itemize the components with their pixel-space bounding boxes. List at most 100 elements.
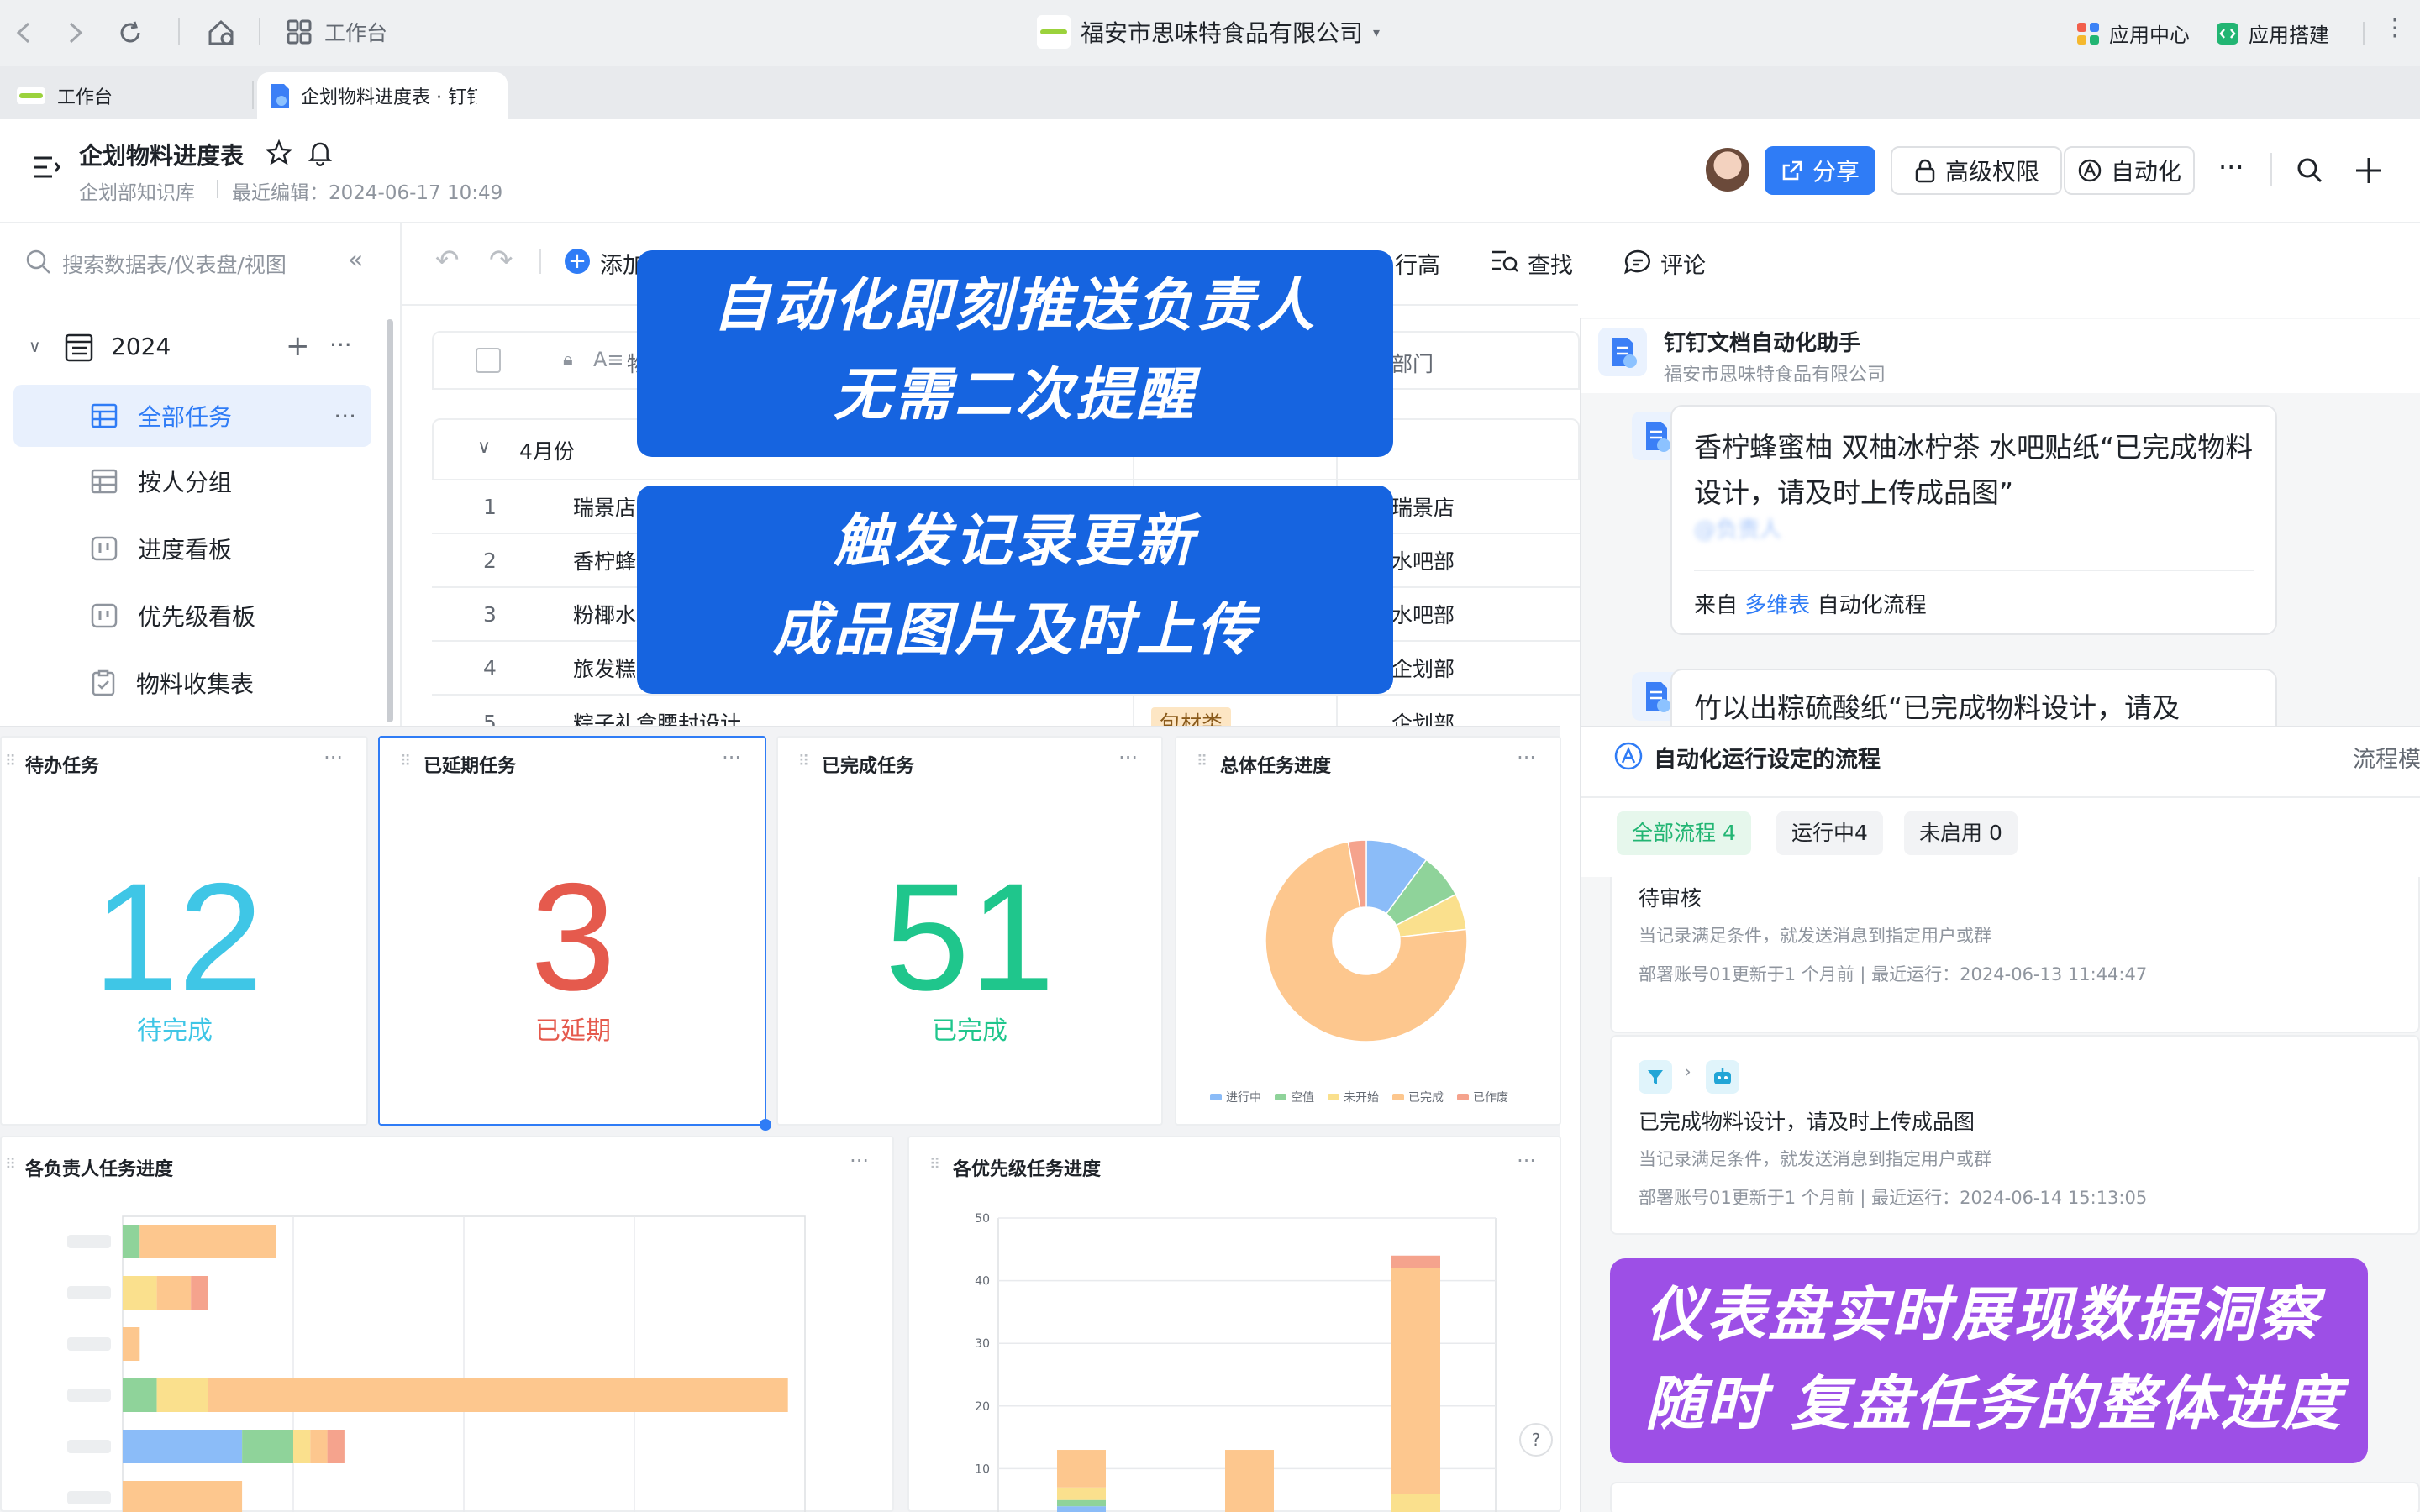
category-label-blur xyxy=(67,1286,111,1299)
menu-collapse-icon[interactable] xyxy=(32,155,60,180)
sidebar-item-material-form[interactable]: 物料收集表 xyxy=(13,652,371,714)
company-switcher[interactable]: 福安市思味特食品有限公司 ▾ xyxy=(1037,15,1380,49)
star-icon[interactable] xyxy=(266,139,292,166)
bar-segment xyxy=(1057,1450,1106,1488)
knowledge-base-link[interactable]: 企划部知识库 xyxy=(79,176,195,205)
flow-card[interactable]: › 已完成物料设计，请及时上传成品图 当记录满足条件，就发送消息到指定用户或群 … xyxy=(1610,1035,2420,1235)
stat-card-pending[interactable]: ⠿ 待办任务 ··· 12 待完成 xyxy=(0,736,368,1126)
bar-segment xyxy=(242,1430,293,1463)
advanced-permission-button[interactable]: 高级权限 xyxy=(1891,146,2062,195)
item-more-icon[interactable]: ··· xyxy=(334,402,356,430)
redo-icon[interactable]: ↷ xyxy=(489,244,513,277)
app-center-button[interactable]: 应用中心 xyxy=(2075,18,2190,48)
add-icon[interactable] xyxy=(2354,156,2383,185)
flow-desc: 当记录满足条件，就发送消息到指定用户或群 xyxy=(1639,926,1991,946)
add-record-icon[interactable]: + xyxy=(565,249,590,274)
folder-add-icon[interactable]: + xyxy=(286,329,310,363)
workspace-label[interactable]: 工作台 xyxy=(324,17,387,47)
source-link[interactable]: 多维表 xyxy=(1744,593,1810,618)
more-icon[interactable]: ··· xyxy=(2218,151,2244,183)
row-height-button[interactable]: 行高 xyxy=(1395,247,1440,280)
owner-progress-card[interactable]: ⠿ 各负责人任务进度 ··· xyxy=(0,1136,894,1512)
bar-segment xyxy=(1057,1487,1106,1500)
flow-meta: 部署账号01更新于1 个月前 | 最近运行：2024-06-14 15:13:0… xyxy=(1639,1188,2148,1208)
legend-label: 进行中 xyxy=(1226,1091,1261,1105)
automation-button[interactable]: 自动化 xyxy=(2064,146,2195,195)
home-icon[interactable] xyxy=(205,17,237,49)
flow-filter-all[interactable]: 全部流程 4 xyxy=(1617,811,1751,855)
undo-icon[interactable]: ↶ xyxy=(435,244,460,277)
promo-banner-dashboard: 仪表盘实时展现数据洞察 随时 复盘任务的整体进度 xyxy=(1610,1258,2368,1463)
search-icon[interactable] xyxy=(2296,156,2324,185)
y-tick-label: 40 xyxy=(975,1275,990,1289)
group-chevron-icon[interactable]: ∨ xyxy=(477,437,491,458)
form-icon xyxy=(91,669,116,696)
app-builder-button[interactable]: 应用搭建 xyxy=(2215,18,2329,48)
sidebar-item-by-person[interactable]: 按人分组 xyxy=(13,450,371,512)
comment-button[interactable]: 评论 xyxy=(1660,247,1706,280)
resize-handle[interactable] xyxy=(760,1119,771,1131)
flow-card[interactable]: 待审核 当记录满足条件，就发送消息到指定用户或群 部署账号01更新于1 个月前 … xyxy=(1610,877,2420,1033)
bell-icon[interactable] xyxy=(308,139,333,166)
tab-workspace[interactable]: 工作台 xyxy=(0,72,252,119)
back-icon[interactable] xyxy=(13,20,34,45)
folder-name[interactable]: 2024 xyxy=(111,333,171,360)
priority-progress-card[interactable]: ⠿ 各优先级任务进度 ··· 50 40 30 20 10 ? xyxy=(908,1136,1561,1512)
sidebar-scrollbar[interactable] xyxy=(387,319,393,722)
row-dept: 水吧部 xyxy=(1392,603,1455,627)
promo-banner-push: 自动化即刻推送负责人 无需二次提醒 xyxy=(637,250,1393,457)
source-prefix: 来自 xyxy=(1694,593,1739,618)
legend-swatch xyxy=(1210,1094,1222,1100)
sidebar-search-input[interactable]: 搜索数据表/仪表盘/视图 xyxy=(62,249,287,279)
sidebar-item-progress-board[interactable]: 进度看板 xyxy=(13,517,371,580)
banner-line: 仪表盘实时展现数据洞察 xyxy=(1645,1280,2320,1349)
stat-value: 3 xyxy=(530,851,616,1022)
banner-line: 触发记录更新 xyxy=(833,508,1197,575)
bar-segment xyxy=(327,1430,345,1463)
card-title: 已完成任务 xyxy=(822,756,915,777)
share-icon xyxy=(1782,160,1802,181)
select-all-checkbox[interactable] xyxy=(476,348,501,373)
card-more-icon[interactable]: ··· xyxy=(1517,746,1536,769)
find-button[interactable]: 查找 xyxy=(1528,247,1573,280)
flow-template-link[interactable]: 流程模 xyxy=(2353,741,2420,774)
row-number: 1 xyxy=(483,494,497,519)
workspace-grid-icon[interactable] xyxy=(286,18,313,45)
column-header-dept[interactable]: 部门 xyxy=(1392,348,1434,378)
folder-chevron-icon[interactable]: ∨ xyxy=(29,336,41,356)
folder-more-icon[interactable]: ··· xyxy=(329,331,352,359)
flow-filter-disabled[interactable]: 未启用 0 xyxy=(1904,811,2018,855)
automation-message-card[interactable]: 香柠蜂蜜柚 双柚冰柠茶 水吧贴纸“已完成物料设计，请及时上传成品图” @负责人 … xyxy=(1670,405,2277,635)
stat-card-overdue[interactable]: ⠿ 已延期任务 ··· 3 已延期 xyxy=(378,736,771,1131)
card-more-icon[interactable]: ··· xyxy=(722,746,741,769)
message-source: 来自 多维表 自动化流程 xyxy=(1694,588,1927,619)
help-icon[interactable]: ? xyxy=(1519,1423,1553,1457)
legend-item: 已完成 xyxy=(1392,1089,1444,1105)
flow-card[interactable] xyxy=(1610,1482,2420,1512)
avatar[interactable] xyxy=(1706,148,1749,192)
card-more-icon[interactable]: ··· xyxy=(1118,746,1138,769)
tab-active-document[interactable]: 企划物料进度表 · 钉钉 xyxy=(257,72,508,119)
card-more-icon[interactable]: ··· xyxy=(324,746,343,769)
sidebar-item-priority-board[interactable]: 优先级看板 xyxy=(13,585,371,647)
banner-line: 自动化即刻推送负责人 xyxy=(712,273,1318,339)
forward-icon[interactable] xyxy=(66,20,86,45)
assistant-avatar xyxy=(1598,328,1647,376)
share-button[interactable]: 分享 xyxy=(1765,146,1876,195)
collapse-sidebar-icon[interactable]: « xyxy=(348,245,364,275)
tab-label: 企划物料进度表 · 钉钉 xyxy=(301,87,477,108)
flow-filter-running[interactable]: 运行中4 xyxy=(1776,811,1883,855)
message-mention: @负责人 xyxy=(1694,517,1782,543)
overall-progress-card[interactable]: ⠿ 总体任务进度 ··· 进行中 空值 未开始 已完成 已作废 xyxy=(1175,736,1561,1126)
refresh-icon[interactable] xyxy=(116,18,145,47)
more-vertical-icon[interactable]: ⋮ xyxy=(2383,13,2407,41)
bar-segment xyxy=(123,1276,157,1310)
flow-meta: 部署账号01更新于1 个月前 | 最近运行：2024-06-13 11:44:4… xyxy=(1639,964,2148,984)
bar-segment xyxy=(310,1430,328,1463)
lock-field-icon: 🔒︎ xyxy=(563,349,573,370)
stat-card-done[interactable]: ⠿ 已完成任务 ··· 51 已完成 xyxy=(776,736,1163,1126)
sidebar-item-all-tasks[interactable]: 全部任务 ··· xyxy=(13,385,371,447)
card-title: 待办任务 xyxy=(25,756,100,777)
automation-message-card[interactable]: 竹以出粽硫酸纸“已完成物料设计，请及 xyxy=(1670,669,2277,726)
sidebar-item-label: 按人分组 xyxy=(138,469,233,496)
